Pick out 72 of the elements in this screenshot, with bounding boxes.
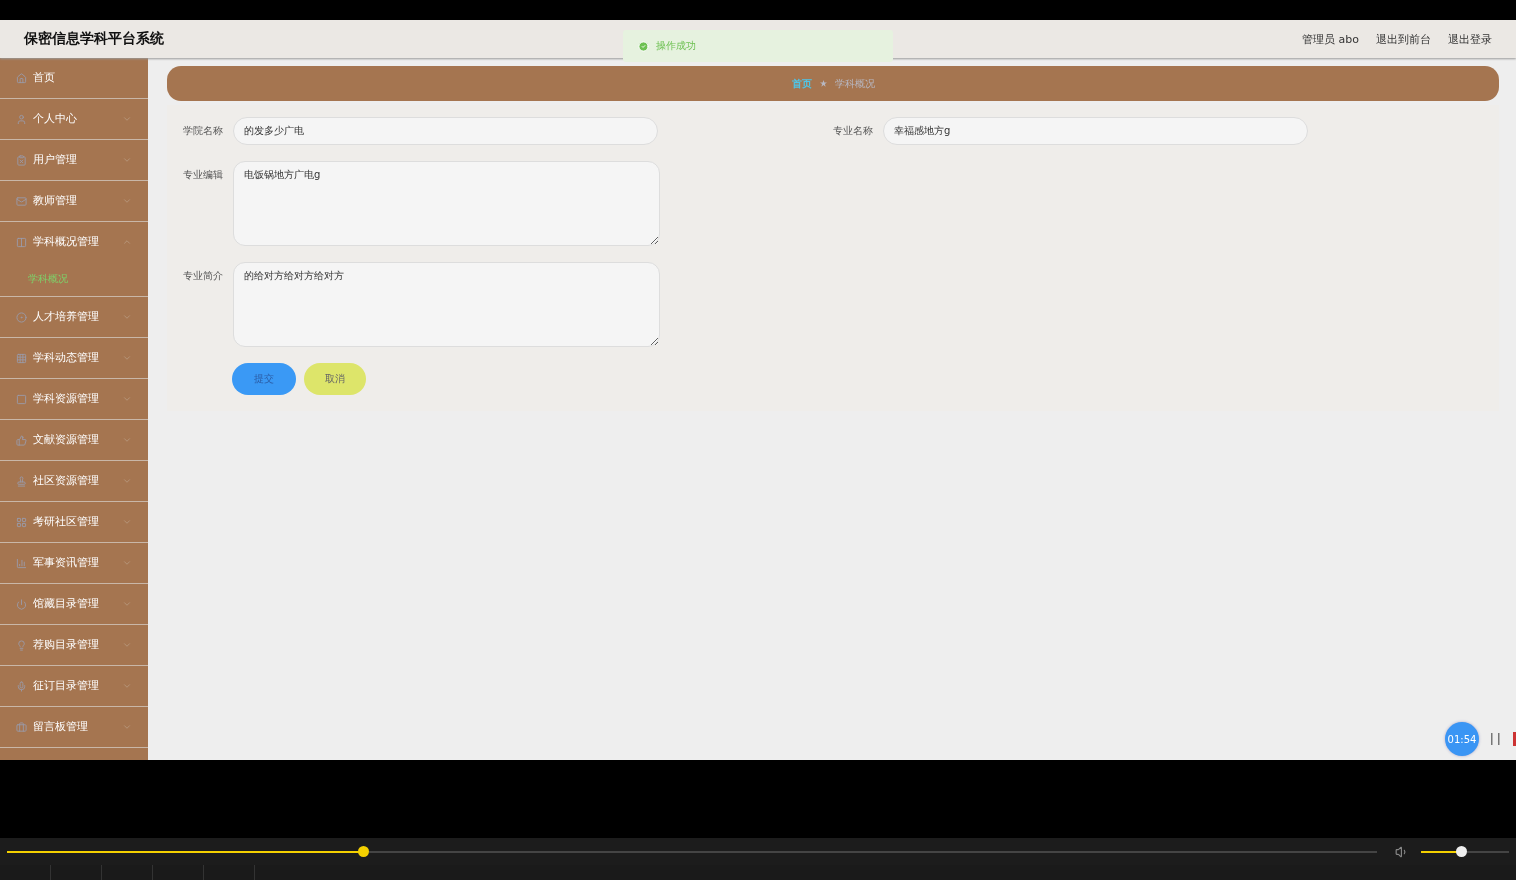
menu-icon — [16, 557, 27, 569]
menu-label: 个人中心 — [33, 112, 78, 126]
text-field[interactable]: 幸福感地方g — [883, 117, 1308, 145]
menu-label: 人才培养管理 — [33, 310, 100, 324]
menu-icon — [16, 393, 27, 405]
sidebar-item[interactable]: 教师管理 — [0, 181, 148, 222]
sidebar-item[interactable]: 征订目录管理 — [0, 666, 148, 707]
sidebar-item[interactable]: 留言板管理 — [0, 707, 148, 748]
menu-label: 荐购目录管理 — [33, 638, 100, 652]
menu-icon — [16, 154, 27, 166]
recording-timer[interactable]: 01:54 — [1445, 722, 1479, 756]
menu-icon — [16, 236, 27, 248]
sidebar-item[interactable]: 学科概况管理 — [0, 222, 148, 262]
field-label: 专业名称 — [833, 124, 874, 138]
menu-icon — [16, 352, 27, 364]
menu-label: 学科动态管理 — [33, 351, 100, 365]
sidebar-item[interactable]: 用户管理 — [0, 140, 148, 181]
menu-icon — [16, 598, 27, 610]
menu-label: 馆藏目录管理 — [33, 597, 100, 611]
sidebar-item[interactable]: 考研社区管理 — [0, 502, 148, 543]
menu-icon — [16, 72, 27, 84]
volume-thumb[interactable] — [1455, 845, 1467, 857]
sidebar-item[interactable]: 军事资讯管理 — [0, 543, 148, 584]
pause-icon[interactable] — [1489, 732, 1503, 746]
text-field[interactable]: 的发多少广电 — [233, 117, 658, 145]
sidebar-item[interactable]: 人才培养管理 — [0, 297, 148, 338]
sidebar-item[interactable]: 文献资源管理 — [0, 420, 148, 461]
menu-label: 教师管理 — [33, 194, 78, 208]
submit-button[interactable]: 提交 — [232, 363, 296, 395]
menu-icon — [16, 113, 27, 125]
field-label: 学院名称 — [183, 124, 224, 138]
menu-label: 留言板管理 — [33, 720, 89, 734]
sidebar-item[interactable]: 首页 — [0, 58, 148, 99]
breadcrumb-link[interactable]: 首页 — [791, 76, 812, 91]
sidebar-item[interactable]: 社区资源管理 — [0, 461, 148, 502]
sidebar-item[interactable]: 学科动态管理 — [0, 338, 148, 379]
cancel-button[interactable]: 取消 — [304, 363, 366, 395]
menu-label: 首页 — [33, 71, 56, 85]
menu-icon — [16, 639, 27, 651]
toast-text: 操作成功 — [656, 39, 696, 53]
app-title: 保密信息学科平台系统 — [24, 30, 164, 48]
menu-label: 军事资讯管理 — [33, 556, 100, 570]
sidebar-item[interactable]: 学科资源管理 — [0, 379, 148, 420]
sidebar-item[interactable]: 馆藏目录管理 — [0, 584, 148, 625]
text-area[interactable]: 的给对方给对方给对方 — [233, 262, 660, 347]
header-link[interactable]: 管理员 abo — [1302, 31, 1359, 47]
menu-label: 学科资源管理 — [33, 392, 100, 406]
menu-icon — [16, 721, 27, 733]
menu-label: 社区资源管理 — [33, 474, 100, 488]
star-icon — [819, 80, 827, 87]
menu-icon — [16, 680, 27, 692]
field-label: 专业编辑 — [183, 168, 224, 182]
check-icon — [638, 40, 649, 52]
menu-label: 文献资源管理 — [33, 433, 100, 447]
field-label: 专业简介 — [183, 269, 224, 283]
menu-icon — [16, 311, 27, 323]
header-link[interactable]: 退出到前台 — [1376, 31, 1431, 47]
menu-icon — [16, 434, 27, 446]
menu-label: 征订目录管理 — [33, 679, 100, 693]
breadcrumb-link[interactable]: 学科概况 — [834, 76, 875, 91]
menu-label: 考研社区管理 — [33, 515, 100, 529]
sidebar-subitem[interactable]: 学科概况 — [0, 262, 148, 296]
progress-thumb[interactable] — [358, 845, 370, 857]
menu-label: 用户管理 — [33, 153, 78, 167]
text-area[interactable]: 电饭锅地方广电g — [233, 161, 660, 246]
menu-icon — [16, 516, 27, 528]
sidebar-item[interactable]: 个人中心 — [0, 99, 148, 140]
header-link[interactable]: 退出登录 — [1448, 31, 1492, 47]
menu-icon — [16, 195, 27, 207]
menu-icon — [16, 475, 27, 487]
sidebar-item[interactable]: 荐购目录管理 — [0, 625, 148, 666]
menu-label: 学科概况管理 — [33, 235, 100, 249]
